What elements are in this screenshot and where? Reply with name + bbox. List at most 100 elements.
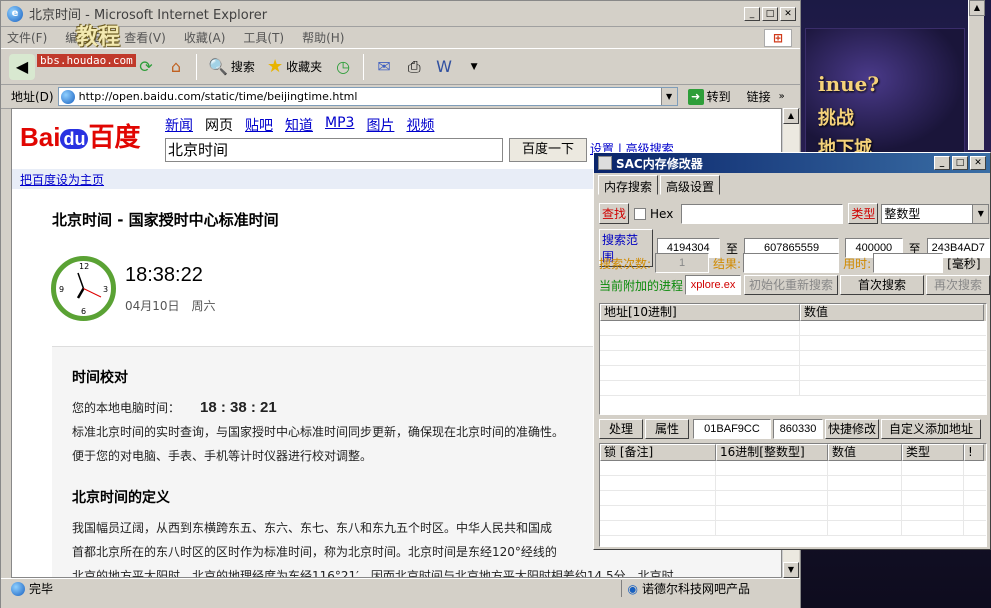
nav-news[interactable]: 新闻 bbox=[165, 115, 193, 135]
chevron-down-icon: ▼ bbox=[972, 204, 989, 223]
page-status-icon bbox=[11, 581, 25, 596]
links-button[interactable]: 链接 bbox=[747, 88, 771, 105]
paragraph-text: 我国幅员辽阔，从西到东横跨东五、东六、东七、东八和东九五个时区。中华人民共和国成 bbox=[72, 521, 553, 535]
type-label[interactable]: 类型 bbox=[848, 203, 879, 224]
nav-tieba[interactable]: 贴吧 bbox=[245, 115, 273, 135]
result-value bbox=[743, 253, 840, 273]
scroll-down-icon[interactable]: ▼ bbox=[783, 562, 799, 578]
attribute-button[interactable]: 属性 bbox=[645, 419, 689, 439]
grid-col-lock-note[interactable]: 锁 [备注] bbox=[600, 444, 716, 461]
menu-favorites[interactable]: 收藏(A) bbox=[184, 29, 226, 46]
logo-text: 教程 bbox=[76, 24, 121, 50]
status-bar: 完毕 ◉ 诺德尔科技网吧产品 bbox=[1, 578, 800, 598]
windows-flag-icon: ⊞ bbox=[764, 28, 792, 47]
address-input[interactable]: http://open.baidu.com/static/time/beijin… bbox=[57, 87, 678, 106]
search-again-button[interactable]: 再次搜索 bbox=[926, 275, 991, 295]
history-icon[interactable]: ◷ bbox=[330, 54, 356, 80]
baidu-nav: 新闻 网页 贴吧 知道 MP3 图片 视频 bbox=[165, 115, 434, 135]
paragraph-text: 便于您的对电脑、手表、手机等计时仪器进行校对调整。 bbox=[72, 449, 373, 463]
sac-maximize-button[interactable]: □ bbox=[952, 156, 968, 170]
nav-mp3[interactable]: MP3 bbox=[325, 115, 354, 135]
sac-close-button[interactable]: ✕ bbox=[970, 156, 986, 170]
type-select[interactable]: 整数型 ▼ bbox=[881, 203, 990, 224]
minimize-button[interactable]: _ bbox=[744, 6, 760, 21]
nav-video[interactable]: 视频 bbox=[406, 115, 434, 135]
toolbar-dropdown-icon[interactable]: ▼ bbox=[461, 54, 487, 80]
page-title: 北京时间 - 国家授时中心标准时间 bbox=[52, 211, 279, 229]
menu-help[interactable]: 帮助(H) bbox=[302, 29, 344, 46]
process-button[interactable]: 处理 bbox=[599, 419, 643, 439]
tab-memory-search[interactable]: 内存搜索 bbox=[598, 175, 659, 195]
address-bar: 地址(D) http://open.baidu.com/static/time/… bbox=[1, 85, 800, 109]
refresh-icon[interactable]: ⟳ bbox=[133, 54, 159, 80]
address-label: 地址(D) bbox=[11, 90, 54, 104]
search-count-value: 1 bbox=[655, 253, 710, 273]
mail-icon[interactable]: ✉ bbox=[371, 54, 397, 80]
paragraph-text: 北京的地方平太阳时。北京的地理经度为东经116°21′，因而北京时间与北京地方平… bbox=[72, 569, 674, 578]
hex-label: Hex bbox=[650, 206, 674, 221]
grid-col-hex[interactable]: 16进制[整数型] bbox=[716, 444, 828, 461]
scroll-up-icon[interactable]: ▲ bbox=[969, 0, 985, 16]
edit-word-icon[interactable]: W bbox=[431, 54, 457, 80]
locked-address-grid[interactable]: 锁 [备注] 16进制[整数型] 数值 类型 ! bbox=[599, 443, 987, 547]
page-icon bbox=[60, 89, 75, 104]
sac-minimize-button[interactable]: _ bbox=[934, 156, 950, 170]
logo-url: bbs.houdao.com bbox=[37, 54, 136, 67]
maximize-button[interactable]: □ bbox=[762, 6, 778, 21]
modify-value-input[interactable]: 860330 bbox=[773, 419, 823, 439]
favorites-button[interactable]: ★ 收藏夹 bbox=[263, 56, 326, 77]
init-search-button[interactable]: 初始化重新搜索 bbox=[744, 275, 839, 295]
nav-images[interactable]: 图片 bbox=[366, 115, 394, 135]
print-icon[interactable]: ⎙ bbox=[401, 54, 427, 80]
sac-window: SAC内存修改器 _ □ ✕ 内存搜索 高级设置 查找 Hex 类型 整数型 ▼ … bbox=[593, 152, 991, 550]
grid-col-type[interactable]: 类型 bbox=[902, 444, 964, 461]
baidu-search-button[interactable]: 百度一下 bbox=[509, 138, 587, 162]
first-search-button[interactable]: 首次搜索 bbox=[840, 275, 925, 295]
nav-zhidao[interactable]: 知道 bbox=[285, 115, 313, 135]
time-label: 用时: bbox=[843, 256, 872, 271]
background-text: inue? bbox=[818, 72, 880, 96]
address-dropdown-icon[interactable]: ▼ bbox=[660, 88, 677, 105]
search-result-grid[interactable]: 地址[10进制] 数值 bbox=[599, 303, 987, 415]
current-date: 04月10日 周六 bbox=[125, 299, 216, 313]
close-button[interactable]: ✕ bbox=[780, 6, 796, 21]
background-scrollbar[interactable]: ▲ bbox=[968, 0, 985, 150]
status-text: 完毕 bbox=[29, 582, 54, 596]
find-value-input[interactable] bbox=[681, 203, 844, 224]
grid-col-flag[interactable]: ! bbox=[964, 444, 984, 461]
search-icon: 🔍 bbox=[208, 57, 228, 76]
find-label[interactable]: 查找 bbox=[599, 203, 630, 224]
star-icon: ★ bbox=[266, 56, 284, 77]
section-time-check-title: 时间校对 bbox=[72, 370, 128, 386]
security-zone: ◉ 诺德尔科技网吧产品 bbox=[620, 580, 750, 597]
go-button[interactable]: ➜ 转到 bbox=[687, 88, 731, 105]
forum-logo-overlay: 教程 bbs.houdao.com bbox=[1, 19, 161, 67]
sac-titlebar: SAC内存修改器 _ □ ✕ bbox=[594, 153, 990, 173]
process-label: 当前附加的进程 bbox=[599, 278, 684, 293]
time-value bbox=[873, 253, 944, 273]
back-icon[interactable]: ◀ bbox=[9, 53, 35, 80]
grid-col-address[interactable]: 地址[10进制] bbox=[600, 304, 800, 321]
custom-add-address-button[interactable]: 自定义添加地址 bbox=[881, 419, 981, 439]
current-time: 18:38:22 bbox=[125, 264, 203, 286]
chevron-right-icon[interactable]: » bbox=[779, 91, 785, 102]
grid-col-value[interactable]: 数值 bbox=[828, 444, 902, 461]
quick-modify-button[interactable]: 快捷修改 bbox=[825, 419, 879, 439]
baidu-search-input[interactable]: 北京时间 bbox=[165, 138, 503, 162]
grid-col-value[interactable]: 数值 bbox=[800, 304, 984, 321]
process-value: xplore.ex bbox=[685, 275, 742, 295]
scroll-up-icon[interactable]: ▲ bbox=[783, 108, 799, 124]
paragraph-text: 标准北京时间的实时查询，与国家授时中心标准时间同步更新，确保现在北京时间的准确性… bbox=[72, 425, 565, 439]
search-button[interactable]: 🔍 搜索 bbox=[204, 57, 259, 76]
sac-tabs: 内存搜索 高级设置 bbox=[598, 175, 990, 195]
baidu-logo[interactable]: Bai du 百度 bbox=[20, 117, 140, 154]
modify-address-input[interactable]: 01BAF9CC bbox=[693, 419, 771, 439]
background-text: 挑战 bbox=[818, 108, 854, 129]
sac-app-icon bbox=[598, 156, 612, 170]
home-icon[interactable]: ⌂ bbox=[163, 54, 189, 80]
menu-tools[interactable]: 工具(T) bbox=[243, 29, 284, 46]
horizontal-scrollbar[interactable] bbox=[1, 598, 800, 608]
tab-advanced-settings[interactable]: 高级设置 bbox=[660, 175, 721, 195]
set-homepage-link[interactable]: 把百度设为主页 bbox=[20, 171, 104, 188]
hex-checkbox[interactable] bbox=[634, 207, 647, 220]
